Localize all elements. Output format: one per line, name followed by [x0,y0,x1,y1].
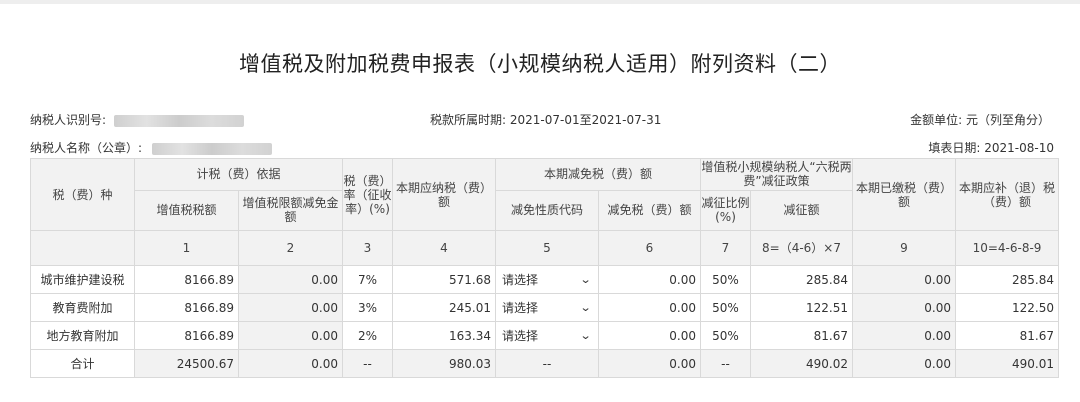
cell-paid: 0.00 [852,293,956,322]
header-basis: 计税（费）依据 [134,158,343,191]
attachment-table: 税（费）种 计税（费）依据 税（费）率（征收率）(%) 本期应纳税（费）额 本期… [30,158,1059,378]
header-relief-amount: 减免税（费）额 [598,189,701,232]
table-row: 城市维护建设税 8166.89 0.00 7% 571.68 请选择 ⌄ 0.00… [30,265,1059,294]
cell-payable: 571.68 [392,265,496,294]
cell-reduction-amount: 122.51 [750,293,853,322]
table-row: 地方教育附加 8166.89 0.00 2% 163.34 请选择 ⌄ 0.00 … [30,321,1059,350]
relief-code-select[interactable]: 请选择 ⌄ [495,321,599,350]
header-relief: 本期减免税（费）额 [495,158,701,191]
row-tax-name: 地方教育附加 [30,321,135,350]
total-row: 合计 24500.67 0.00 -- 980.03 -- 0.00 -- 49… [30,349,1059,378]
col-number: 4 [392,230,496,266]
cell-rate: 7% [342,265,393,294]
total-payable: 980.03 [392,349,496,378]
total-rate: -- [342,349,393,378]
col-number: 10=4-6-8-9 [955,230,1059,266]
cell-relief-amount[interactable]: 0.00 [598,265,701,294]
header-relief-code: 减免性质代码 [495,189,599,232]
total-reduction-ratio: -- [700,349,751,378]
taxpayer-name-row: 纳税人名称（公章）: [30,139,272,156]
redacted-taxpayer-name [151,142,272,155]
chevron-down-icon: ⌄ [579,329,592,342]
total-reduction-amount: 490.02 [750,349,853,378]
total-paid: 0.00 [852,349,956,378]
cell-payable: 163.34 [392,321,496,350]
relief-code-select[interactable]: 请选择 ⌄ [495,293,599,322]
redacted-taxpayer-id [113,114,244,127]
fill-date: 填表日期: 2021-08-10 [928,141,1054,155]
col-number: 8=（4-6）×7 [750,230,853,266]
cell-rate: 3% [342,293,393,322]
table-row: 教育费附加 8166.89 0.00 3% 245.01 请选择 ⌄ 0.00 5… [30,293,1059,322]
header-refund: 本期应补（退）税（费）额 [955,158,1059,231]
cell-relief-amount[interactable]: 0.00 [598,293,701,322]
col-number-blank [30,230,135,266]
total-refund: 490.01 [955,349,1059,378]
total-vat-amount: 24500.67 [134,349,239,378]
cell-reduction-ratio: 50% [700,265,751,294]
col-number: 3 [342,230,393,266]
header-paid: 本期已缴税（费）额 [852,158,956,231]
col-number: 1 [134,230,239,266]
cell-refund: 81.67 [955,321,1059,350]
relief-code-select[interactable]: 请选择 ⌄ [495,265,599,294]
header-vat-limit-reduction: 增值税限额减免金额 [238,189,343,232]
select-value: 请选择 [502,301,539,315]
cell-vat-amount[interactable]: 8166.89 [134,265,239,294]
col-number: 2 [238,230,343,266]
total-label: 合计 [30,349,135,378]
cell-reduction-amount: 285.84 [750,265,853,294]
cell-reduction-ratio: 50% [700,321,751,350]
cell-paid: 0.00 [852,321,956,350]
top-border [0,0,1080,4]
col-number: 7 [700,230,751,266]
header-vat-amount: 增值税税额 [134,189,239,232]
taxpayer-id-label: 纳税人识别号: [30,113,107,127]
tax-period: 税款所属时期: 2021-07-01至2021-07-31 [430,113,662,127]
header-rate: 税（费）率（征收率）(%) [342,158,393,231]
cell-rate: 2% [342,321,393,350]
cell-limit-reduction: 0.00 [238,293,343,322]
taxpayer-id-row: 纳税人识别号: [30,111,244,128]
chevron-down-icon: ⌄ [579,301,592,314]
chevron-down-icon: ⌄ [579,273,592,286]
cell-payable: 245.01 [392,293,496,322]
col-number: 5 [495,230,599,266]
cell-refund: 285.84 [955,265,1059,294]
col-number: 6 [598,230,701,266]
cell-refund: 122.50 [955,293,1059,322]
header-tax-type: 税（费）种 [30,158,135,231]
row-tax-name: 教育费附加 [30,293,135,322]
cell-limit-reduction: 0.00 [238,321,343,350]
row-tax-name: 城市维护建设税 [30,265,135,294]
header-payable: 本期应纳税（费）额 [392,158,496,231]
cell-limit-reduction: 0.00 [238,265,343,294]
cell-reduction-amount: 81.67 [750,321,853,350]
amount-unit: 金额单位: 元（列至角分） [910,113,1050,127]
cell-vat-amount[interactable]: 8166.89 [134,321,239,350]
header-reduction-ratio: 减征比例(%) [700,189,751,232]
page-title: 增值税及附加税费申报表（小规模纳税人适用）附列资料（二） [239,52,841,76]
cell-relief-amount[interactable]: 0.00 [598,321,701,350]
header-reduction-amount: 减征额 [750,189,853,232]
total-limit-reduction: 0.00 [238,349,343,378]
select-value: 请选择 [502,273,539,287]
cell-reduction-ratio: 50% [700,293,751,322]
select-value: 请选择 [502,329,539,343]
cell-vat-amount[interactable]: 8166.89 [134,293,239,322]
total-relief-amount: 0.00 [598,349,701,378]
cell-paid: 0.00 [852,265,956,294]
total-relief-code: -- [495,349,599,378]
taxpayer-name-label: 纳税人名称（公章）: [30,141,143,155]
col-number: 9 [852,230,956,266]
header-six-tax-policy: 增值税小规模纳税人“六税两费”减征政策 [700,158,853,191]
